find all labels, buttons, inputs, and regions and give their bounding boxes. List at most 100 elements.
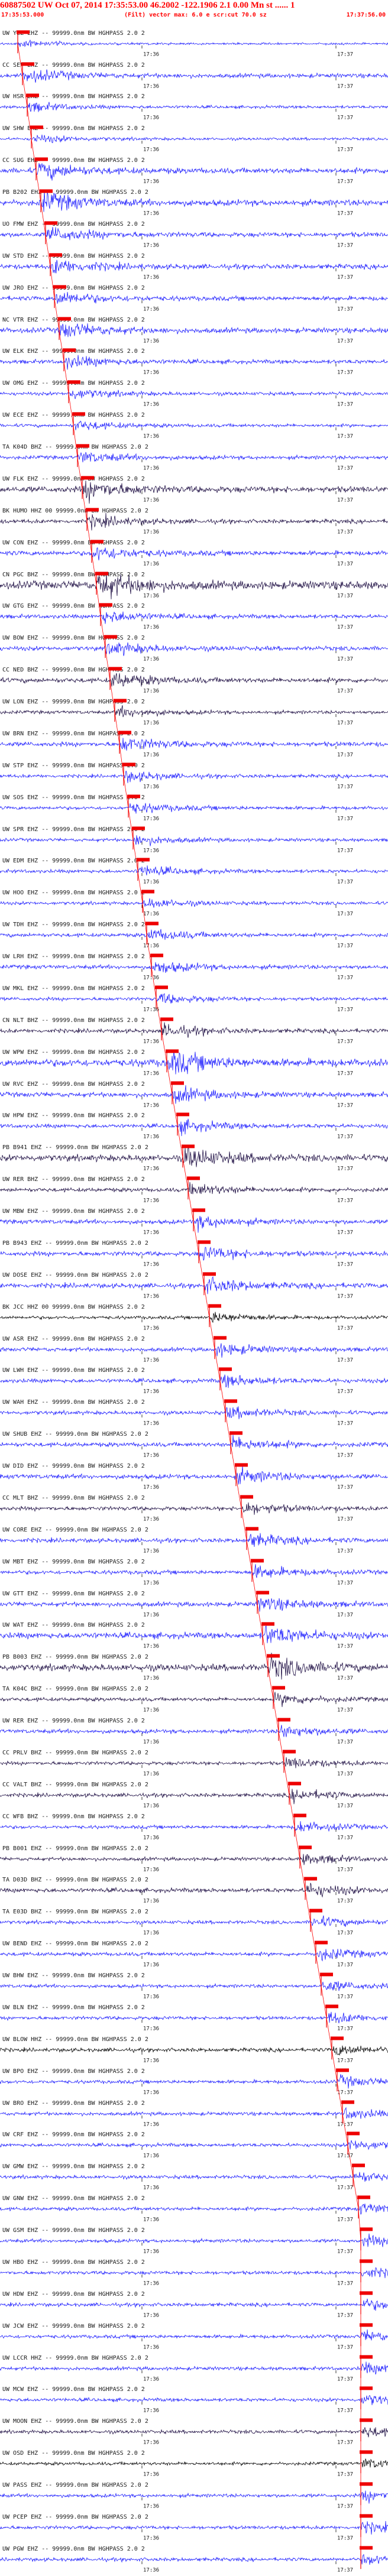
trace-label: CC NED BHZ -- 99999.0nm BW HGHPASS 2.0 2	[2, 667, 145, 673]
time-tick-label: 17:37	[337, 1325, 353, 1331]
trace-label: NC VTR EHZ -- 99999.0nm BW HGHPASS 2.0 2	[2, 317, 145, 323]
waveform	[0, 1022, 388, 1038]
time-tick-label: 17:36	[143, 1898, 159, 1904]
trace-label: CC VALT BHZ -- 99999.0nm BW HGHPASS 2.0 …	[2, 1782, 148, 1788]
time-tick-label: 17:36	[143, 1484, 159, 1490]
time-tick-label: 17:36	[143, 1803, 159, 1809]
time-tick-label: 17:37	[337, 115, 353, 121]
phase-pick-marker	[26, 93, 39, 98]
trace-label: CC SUG EHZ -- 99999.0nm BW HGHPASS 2.0 2	[2, 157, 145, 164]
time-tick-label: 17:37	[337, 83, 353, 89]
time-tick-label: 17:37	[337, 1293, 353, 1299]
trace-label: UW SOS EHZ -- 99999.0nm BW HGHPASS 2.0 2	[2, 794, 145, 801]
time-tick-label: 17:37	[337, 179, 353, 184]
trace-label: TA K04D BHZ -- 99999.0nm BW HGHPASS 2.0 …	[2, 444, 148, 450]
waveform	[0, 1085, 388, 1104]
time-tick-label: 17:36	[143, 1835, 159, 1841]
time-tick-label: 17:37	[337, 1803, 353, 1809]
time-tick-label: 17:36	[143, 624, 159, 630]
time-tick-label: 17:36	[143, 1007, 159, 1013]
phase-pick-marker	[182, 1144, 195, 1149]
waveform	[0, 40, 388, 47]
waveform	[0, 2107, 388, 2119]
time-tick-label: 17:36	[143, 656, 159, 662]
trace-label: UW JRO EHZ -- 99999.0nm BW HGHPASS 2.0 2	[2, 285, 145, 291]
time-tick-label: 17:36	[143, 1580, 159, 1586]
waveform	[0, 2427, 388, 2438]
time-tick-label: 17:36	[143, 1357, 159, 1363]
trace-label: UW BEND EHZ -- 99999.0nm BW HGHPASS 2.0 …	[2, 1941, 148, 1947]
time-tick-label: 17:36	[143, 2153, 159, 2159]
trace-label: UW FLK EHZ -- 99999.0nm BW HGHPASS 2.0 2	[2, 476, 145, 482]
time-tick-label: 17:36	[143, 115, 159, 121]
phase-pick-marker	[53, 285, 66, 289]
trace-row: UW LCCR HHZ -- 99999.0nm BW HGHPASS 2.0 …	[0, 2355, 388, 2382]
waveform	[0, 993, 388, 1004]
phase-pick-marker	[63, 348, 76, 352]
waveform	[0, 835, 388, 846]
time-tick-label: 17:36	[143, 943, 159, 949]
trace-label: UW PCEP EHZ -- 99999.0nm BW HGHPASS 2.0 …	[2, 2514, 148, 2520]
trace-label: UW CRF EHZ -- 99999.0nm BW HGHPASS 2.0 2	[2, 2131, 145, 2138]
trace-label: UW DOSE EHZ -- 99999.0nm BW HGHPASS 2.0 …	[2, 1272, 148, 1279]
phase-pick-marker	[171, 1081, 184, 1085]
trace-label: UW STD EHZ -- 99999.0nm BW HGHPASS 2.0 2	[2, 253, 145, 259]
trace-label: PB B941 EHZ -- 99999.0nm BW HGHPASS 2.0 …	[2, 1144, 148, 1151]
trace-row: UW GTT EHZ -- 99999.0nm BW HGHPASS 2.0 2…	[0, 1591, 388, 1618]
trace-row: UW HBO EHZ -- 99999.0nm BW HGHPASS 2.0 2…	[0, 2259, 388, 2286]
trace-label: UW PASS EHZ -- 99999.0nm BW HGHPASS 2.0 …	[2, 2482, 148, 2489]
phase-pick-marker	[315, 1941, 328, 1945]
trace-label: UW GSM EHZ -- 99999.0nm BW HGHPASS 2.0 2	[2, 2227, 145, 2234]
trace-label: UW TDH EHZ -- 99999.0nm BW HGHPASS 2.0 2	[2, 922, 145, 928]
trace-row: CC SUG EHZ -- 99999.0nm BW HGHPASS 2.0 2…	[0, 157, 388, 184]
trace-label: UW EDM EHZ -- 99999.0nm BW HGHPASS 2.0 2	[2, 858, 145, 864]
trace-label: CN PGC BHZ -- 99999.0nm BW HGHPASS 2.0 2	[2, 572, 145, 578]
time-tick-label: 17:36	[143, 1707, 159, 1713]
time-tick-label: 17:37	[337, 2312, 353, 2318]
trace-label: UW GTG EHZ -- 99999.0nm BW HGHPASS 2.0 2	[2, 603, 145, 609]
trace-row: UW PCEP EHZ -- 99999.0nm BW HGHPASS 2.0 …	[0, 2514, 388, 2541]
time-tick-label: 17:36	[143, 2439, 159, 2445]
trace-row: UW GTG EHZ -- 99999.0nm BW HGHPASS 2.0 2…	[0, 603, 388, 630]
waveform	[0, 390, 388, 400]
trace-row: UW BLOW HHZ -- 99999.0nm BW HGHPASS 2.0 …	[0, 2036, 388, 2064]
time-tick-label: 17:36	[143, 1039, 159, 1044]
time-tick-label: 17:37	[337, 51, 353, 57]
waveform	[0, 2458, 388, 2468]
time-tick-label: 17:36	[143, 210, 159, 216]
time-tick-label: 17:37	[337, 306, 353, 312]
trace-row: UW SOS EHZ -- 99999.0nm BW HGHPASS 2.0 2…	[0, 794, 388, 822]
phase-pick-marker	[240, 1495, 253, 1499]
phase-pick-marker	[58, 317, 71, 321]
trace-row: UW RER BHZ -- 99999.0nm BW HGHPASS 2.0 2…	[0, 1176, 388, 1203]
trace-row: UW WPW EHZ -- 99999.0nm BW HGHPASS 2.0 2…	[0, 1049, 388, 1076]
trace-row: UW BLN EHZ -- 99999.0nm BW HGHPASS 2.0 2…	[0, 2004, 388, 2032]
time-tick-label: 17:37	[337, 1612, 353, 1618]
trace-row: CN PGC BHZ -- 99999.0nm BW HGHPASS 2.0 2…	[0, 572, 388, 599]
time-tick-label: 17:37	[337, 1102, 353, 1108]
time-tick-label: 17:36	[143, 561, 159, 567]
waveform	[0, 1598, 388, 1612]
time-tick-label: 17:36	[143, 2344, 159, 2350]
time-tick-label: 17:37	[337, 1516, 353, 1522]
trace-row: UW JCW EHZ -- 99999.0nm BW HGHPASS 2.0 2…	[0, 2323, 388, 2350]
trace-row: UW DID EHZ -- 99999.0nm BW HGHPASS 2.0 2…	[0, 1463, 388, 1490]
trace-label: UW CON EHZ -- 99999.0nm BW HGHPASS 2.0 2	[2, 540, 145, 546]
trace-row: UW LRH EHZ -- 99999.0nm BW HGHPASS 2.0 2…	[0, 953, 388, 981]
filter-info: (Filt) vector max: 6.0 e scr:cut 70.0 sz	[124, 12, 267, 18]
trace-row: UO FMW EHZ -- 99999.0nm BW HGHPASS 2.0 2…	[0, 221, 388, 248]
waveform	[0, 611, 388, 624]
trace-row: UW SHW EHZ -- 99999.0nm BW HGHPASS 2.0 2…	[0, 125, 388, 153]
trace-row: UW ECE EHZ -- 99999.0nm BW HGHPASS 2.0 2…	[0, 412, 388, 439]
time-tick-label: 17:36	[143, 83, 159, 89]
time-tick-label: 17:37	[337, 1134, 353, 1140]
trace-row: UW HOO EHZ -- 99999.0nm BW HGHPASS 2.0 2…	[0, 890, 388, 917]
trace-row: UW MKL EHZ -- 99999.0nm BW HGHPASS 2.0 2…	[0, 985, 388, 1013]
time-tick-label: 17:36	[143, 2217, 159, 2223]
time-tick-label: 17:36	[143, 2408, 159, 2413]
time-tick-label: 17:37	[337, 210, 353, 216]
trace-row: UW HDW EHZ -- 99999.0nm BW HGHPASS 2.0 2…	[0, 2291, 388, 2318]
trace-label: UW GMW EHZ -- 99999.0nm BW HGHPASS 2.0 2	[2, 2163, 145, 2170]
time-tick-label: 17:37	[337, 2567, 353, 2573]
trace-label: UW BPO EHZ -- 99999.0nm BW HGHPASS 2.0 2	[2, 2068, 145, 2075]
